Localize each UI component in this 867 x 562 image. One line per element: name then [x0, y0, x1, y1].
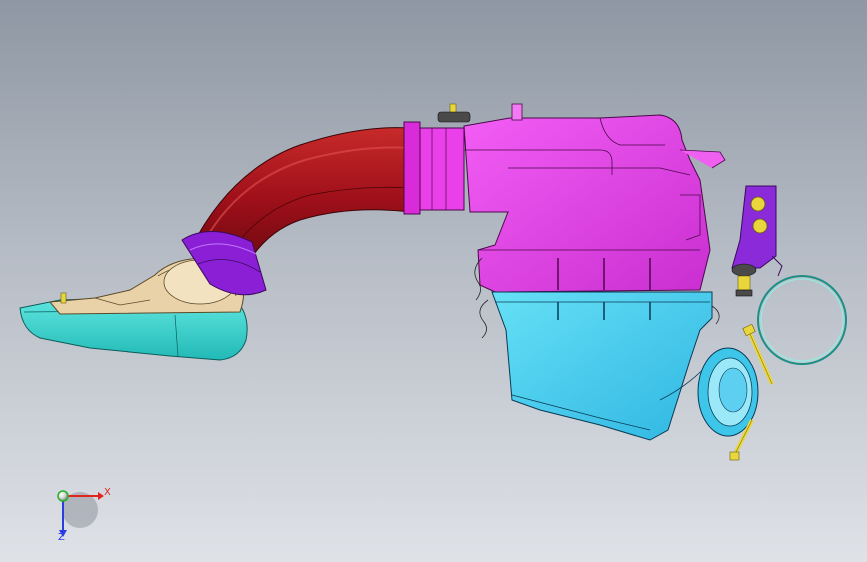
- airbox-upper-housing: [463, 103, 726, 293]
- hose-clamp: [757, 275, 847, 365]
- duct-coupler-upper: [403, 121, 465, 215]
- mounting-bracket: [731, 185, 783, 277]
- scoop-pin: [60, 292, 67, 304]
- model-scene[interactable]: [0, 0, 867, 562]
- axis-triad: [57, 490, 104, 537]
- airbox-lower-housing: [491, 291, 713, 441]
- z-axis-label: Z: [58, 532, 65, 543]
- x-axis-label: X: [104, 487, 111, 498]
- cad-viewport[interactable]: X Z: [0, 0, 867, 562]
- housing-top-bolt: [437, 103, 471, 123]
- bracket-grommet: [731, 263, 757, 297]
- y-axis-dot: [57, 490, 69, 502]
